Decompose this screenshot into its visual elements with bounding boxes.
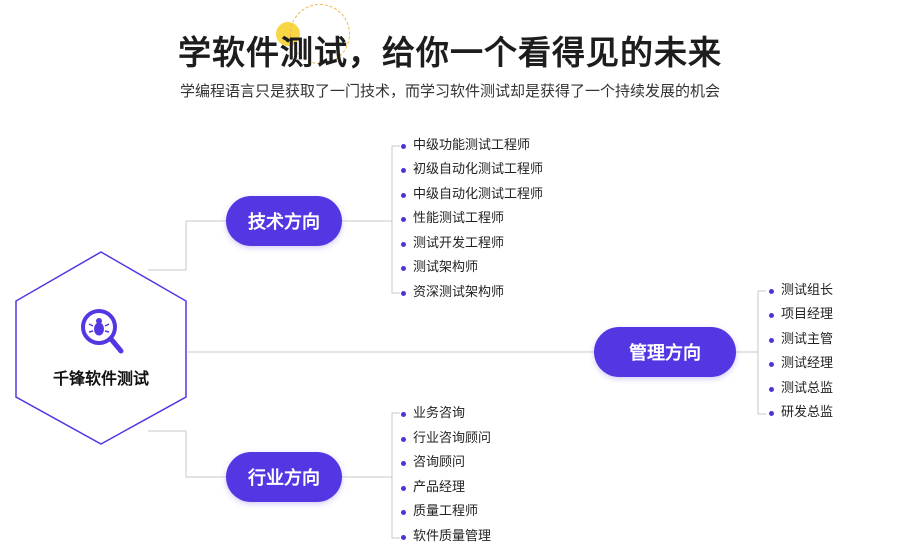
- root-node: 千锋软件测试: [14, 250, 188, 446]
- tech-item: 初级自动化测试工程师: [401, 161, 543, 179]
- search-bug-icon: [78, 306, 126, 356]
- management-item: 研发总监: [769, 404, 833, 422]
- root-label: 千锋软件测试: [52, 369, 149, 388]
- industry-item: 软件质量管理: [401, 528, 491, 546]
- management-item: 测试总监: [769, 380, 833, 398]
- tech-item: 中级自动化测试工程师: [401, 186, 543, 204]
- tech-item: 性能测试工程师: [401, 210, 504, 228]
- tech-item: 测试开发工程师: [401, 235, 504, 253]
- management-item: 测试经理: [769, 355, 833, 373]
- management-item: 测试组长: [769, 282, 833, 300]
- tech-item: 资深测试架构师: [401, 284, 504, 302]
- branch-industry: 行业方向: [226, 452, 342, 502]
- tech-item: 测试架构师: [401, 259, 478, 277]
- management-item: 测试主管: [769, 331, 833, 349]
- tech-item: 中级功能测试工程师: [401, 137, 530, 155]
- industry-item: 产品经理: [401, 479, 465, 497]
- industry-item: 质量工程师: [401, 503, 478, 521]
- industry-item: 业务咨询: [401, 405, 465, 423]
- branch-management: 管理方向: [594, 327, 736, 377]
- industry-item: 行业咨询顾问: [401, 430, 491, 448]
- industry-item: 咨询顾问: [401, 454, 465, 472]
- management-item: 项目经理: [769, 306, 833, 324]
- branch-tech: 技术方向: [226, 196, 342, 246]
